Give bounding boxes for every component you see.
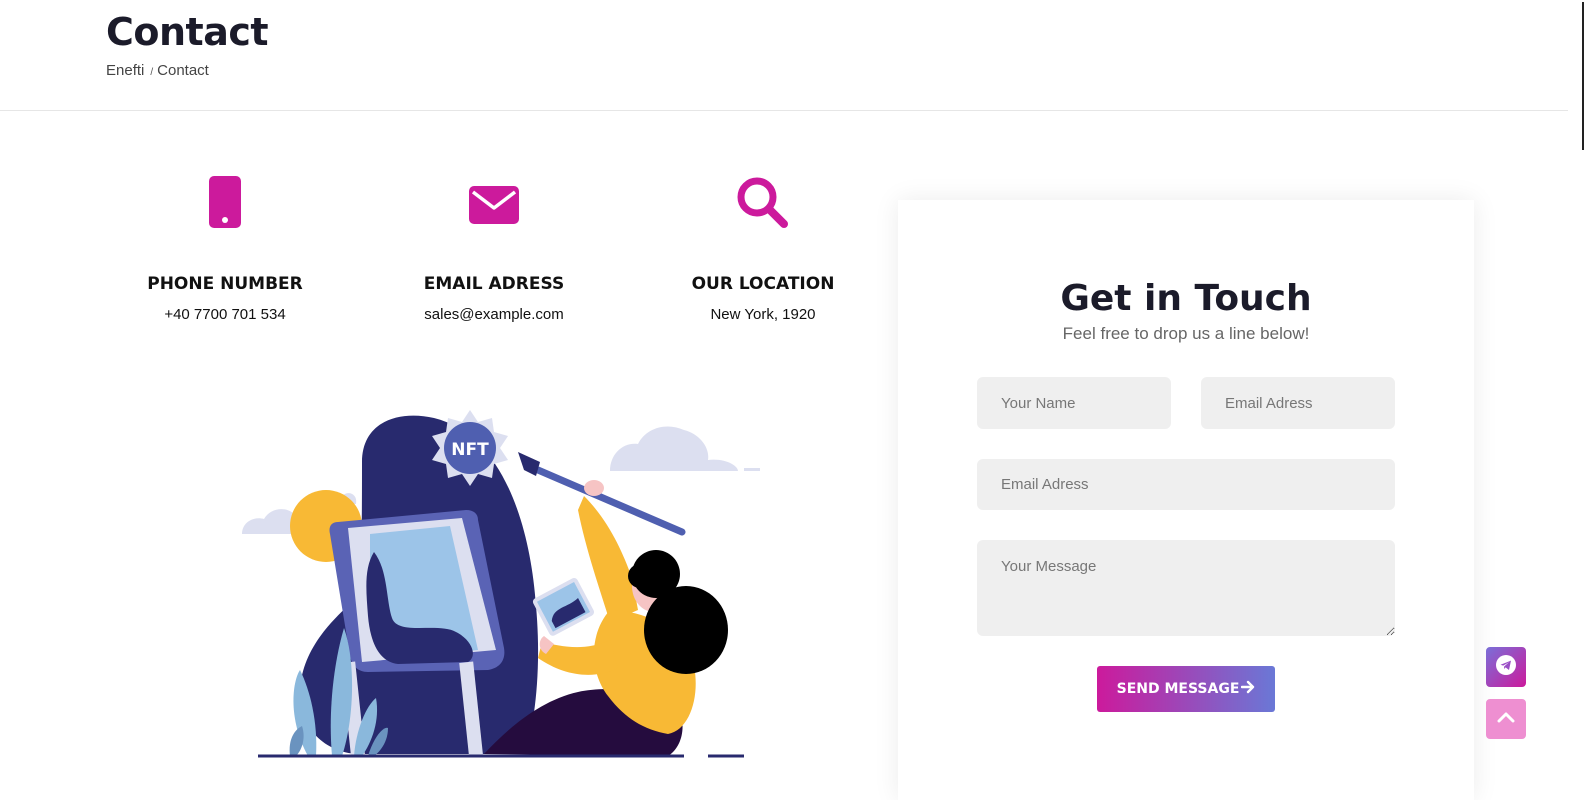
contact-form-card: Get in Touch Feel free to drop us a line… xyxy=(898,200,1474,800)
message-textarea[interactable] xyxy=(977,540,1395,636)
email-secondary-input[interactable] xyxy=(977,459,1395,510)
send-message-button[interactable]: SEND MESSAGE xyxy=(1097,666,1275,712)
form-subtitle: Feel free to drop us a line below! xyxy=(1062,324,1310,343)
phone-value: +40 7700 701 534 xyxy=(164,306,286,323)
email-heading: EMAIL ADRESS xyxy=(423,274,565,294)
email-input[interactable] xyxy=(1201,377,1395,429)
page-title: Contact xyxy=(106,10,269,54)
send-message-label: SEND MESSAGE xyxy=(1116,681,1240,697)
location-value: New York, 1920 xyxy=(710,306,816,323)
page-scrollbar[interactable] xyxy=(1568,0,1586,774)
location-heading: OUR LOCATION xyxy=(691,274,835,294)
arrow-right-icon xyxy=(1241,680,1255,698)
breadcrumb-current: Contact xyxy=(157,62,209,79)
email-info: EMAIL ADRESS sales@example.com xyxy=(394,176,594,323)
envelope-icon xyxy=(394,176,594,234)
phone-icon xyxy=(125,176,325,234)
telegram-button[interactable] xyxy=(1486,647,1526,687)
search-icon xyxy=(663,176,863,234)
name-input[interactable] xyxy=(977,377,1171,429)
cloud-right xyxy=(610,426,760,471)
breadcrumb-separator: / xyxy=(150,67,154,78)
form-title: Get in Touch xyxy=(1060,278,1312,319)
email-value: sales@example.com xyxy=(424,306,564,323)
page-header: Contact Enefti / Contact xyxy=(0,0,1568,111)
phone-heading: PHONE NUMBER xyxy=(147,274,303,294)
phone-info: PHONE NUMBER +40 7700 701 534 xyxy=(125,176,325,323)
chevron-up-icon xyxy=(1497,710,1515,728)
scrollbar-thumb[interactable] xyxy=(1582,2,1584,150)
breadcrumb: Enefti / Contact xyxy=(106,62,209,79)
scroll-to-top-button[interactable] xyxy=(1486,699,1526,739)
nft-artist-illustration: NFT xyxy=(238,400,768,774)
nft-badge-text: NFT xyxy=(451,440,489,460)
breadcrumb-home-link[interactable]: Enefti xyxy=(106,62,144,79)
telegram-icon xyxy=(1495,654,1517,681)
location-info: OUR LOCATION New York, 1920 xyxy=(663,176,863,323)
